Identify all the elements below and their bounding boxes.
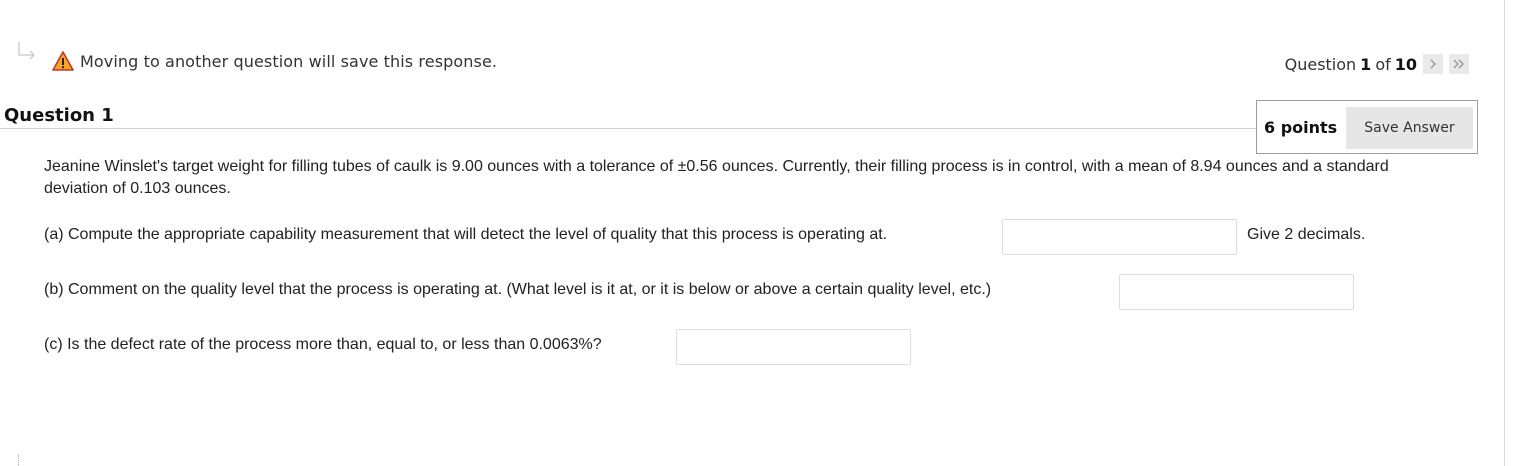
page-right-border: [1504, 0, 1505, 466]
points-label: 6 points: [1264, 118, 1338, 137]
question-nav-of: of: [1375, 54, 1391, 74]
enter-arrow-icon: [18, 42, 35, 60]
part-a-answer-input[interactable]: [1002, 219, 1237, 255]
part-b-answer-input[interactable]: [1119, 274, 1354, 310]
question-nav-current: 1: [1360, 54, 1372, 74]
question-title-divider: [0, 128, 1258, 129]
question-nav-total: 10: [1394, 54, 1417, 74]
chevron-right-icon: [1430, 59, 1437, 69]
bottom-dotted-marker: [18, 455, 20, 465]
part-b-label: (b) Comment on the quality level that th…: [44, 281, 992, 298]
part-c-answer-input[interactable]: [676, 329, 911, 365]
last-question-button[interactable]: [1449, 54, 1469, 74]
part-a-label: (a) Compute the appropriate capability m…: [44, 226, 888, 243]
save-answer-button[interactable]: Save Answer: [1346, 107, 1473, 149]
points-panel: 6 points Save Answer: [1256, 100, 1478, 154]
question-nav-prefix: Question: [1284, 54, 1357, 74]
part-c-label: (c) Is the defect rate of the process mo…: [44, 336, 602, 353]
next-question-button[interactable]: [1423, 54, 1443, 74]
question-text: Jeanine Winslet's target weight for fill…: [44, 158, 1389, 197]
double-chevron-right-icon: [1453, 59, 1465, 69]
save-warning: Moving to another question will save thi…: [52, 50, 497, 72]
part-a-hint: Give 2 decimals.: [1247, 226, 1366, 243]
question-navigation: Question 1 of 10: [1285, 53, 1469, 75]
warning-text: Moving to another question will save thi…: [80, 51, 498, 71]
question-title: Question 1: [4, 105, 114, 126]
warning-icon: [52, 51, 74, 71]
